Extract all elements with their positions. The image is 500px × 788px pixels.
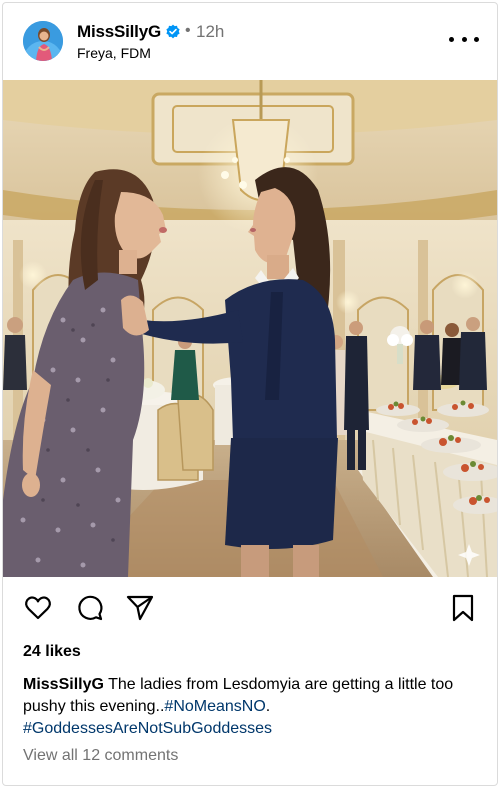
bookmark-icon[interactable] — [448, 593, 478, 623]
avatar[interactable] — [23, 21, 63, 61]
post-location[interactable]: Freya, FDM — [77, 45, 151, 61]
post-image[interactable] — [3, 80, 497, 577]
post-time[interactable]: 12h — [196, 22, 224, 42]
separator-dot: • — [185, 22, 191, 39]
more-horizontal-icon[interactable] — [449, 27, 479, 51]
comment-icon[interactable] — [75, 593, 105, 623]
send-icon[interactable] — [125, 593, 155, 623]
username[interactable]: MissSillyG — [77, 22, 161, 42]
hashtag-link[interactable]: #GoddessesAreNotSubGoddesses — [23, 720, 272, 737]
verified-badge-icon — [165, 24, 181, 40]
view-comments-link[interactable]: View all 12 comments — [23, 747, 178, 765]
hashtag-link[interactable]: #NoMeansNO — [164, 698, 265, 715]
caption-text: . — [265, 698, 271, 715]
post-caption: MissSillyG The ladies from Lesdomyia are… — [23, 674, 478, 740]
like-count[interactable]: 24 likes — [23, 643, 81, 661]
post-card: MissSillyG • 12h Freya, FDM 24 likes Mis… — [2, 2, 498, 786]
post-actions — [3, 579, 497, 635]
post-header: MissSillyG • 12h Freya, FDM — [3, 3, 497, 81]
caption-username[interactable]: MissSillyG — [23, 676, 104, 693]
heart-icon[interactable] — [23, 593, 53, 623]
